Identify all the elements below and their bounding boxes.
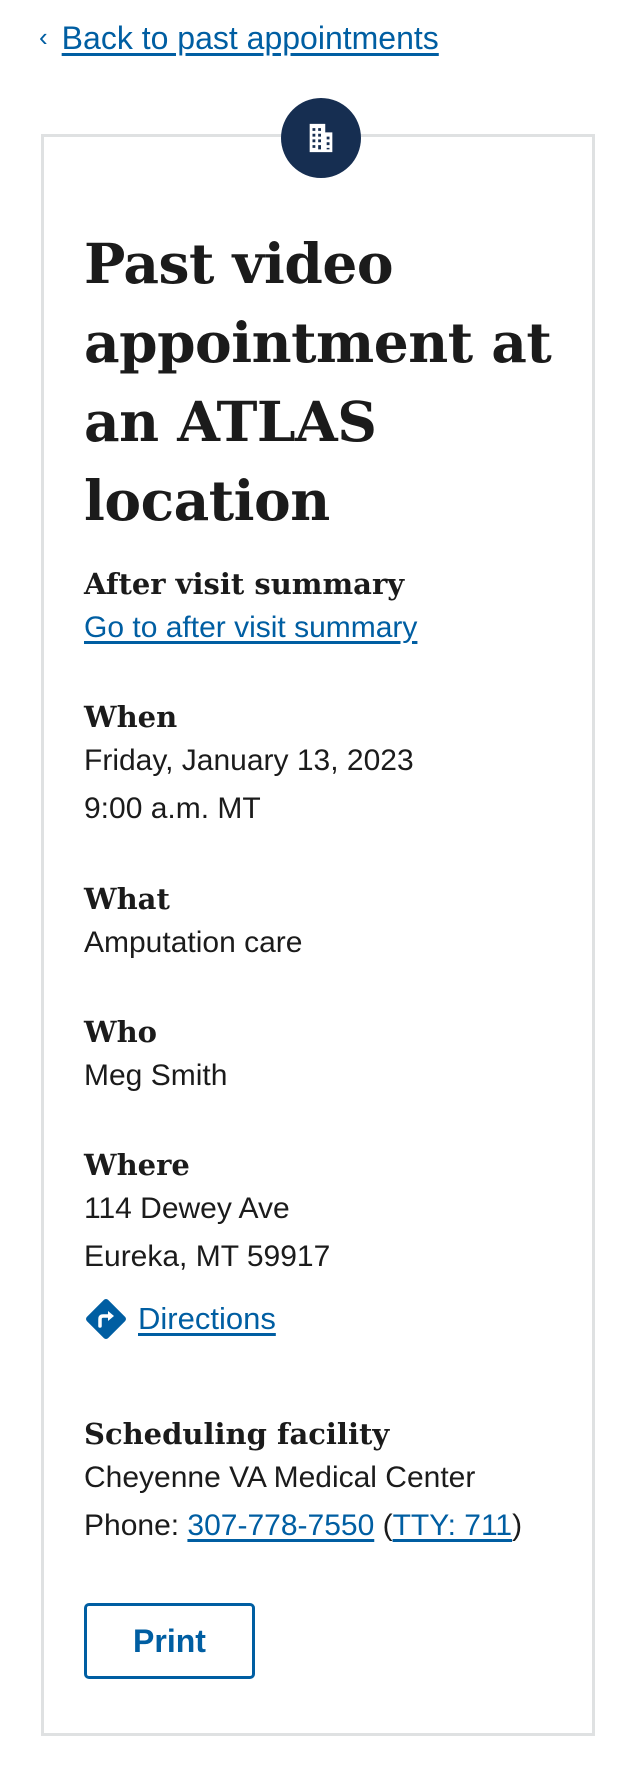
open-paren: ( (374, 1509, 393, 1542)
where-heading: Where (84, 1148, 190, 1182)
facility-phone-line: Phone: 307-778-7550 (TTY: 711) (84, 1502, 564, 1550)
appointment-type: Amputation care (84, 926, 303, 959)
phone-label: Phone: (84, 1509, 188, 1542)
provider-name: Meg Smith (84, 1059, 228, 1092)
after-visit-summary-link[interactable]: Go to after visit summary (84, 611, 417, 644)
appointment-details: Past video appointment at an ATLAS locat… (84, 224, 564, 1679)
back-to-past-appointments-link[interactable]: ‹ Back to past appointments (39, 20, 439, 57)
what-section: What Amputation care (84, 879, 564, 967)
address-line-2: Eureka, MT 59917 (84, 1240, 331, 1273)
address-line-1: 114 Dewey Ave (84, 1192, 290, 1225)
where-section: Where 114 Dewey Ave Eureka, MT 59917 Dir… (84, 1145, 564, 1341)
appointment-date: Friday, January 13, 2023 (84, 744, 414, 777)
what-heading: What (84, 882, 170, 916)
appointment-time: 9:00 a.m. MT (84, 792, 261, 825)
scheduling-facility-heading: Scheduling facility (84, 1417, 390, 1451)
building-icon-glyph (309, 123, 333, 153)
print-button[interactable]: Print (84, 1603, 255, 1679)
directions-row: Directions (84, 1297, 564, 1341)
page-title: Past video appointment at an ATLAS locat… (84, 231, 552, 533)
facility-name: Cheyenne VA Medical Center (84, 1461, 476, 1494)
when-heading: When (84, 700, 178, 734)
directions-link[interactable]: Directions (138, 1301, 276, 1337)
tty-link[interactable]: TTY: 711 (393, 1509, 513, 1542)
phone-link[interactable]: 307-778-7550 (187, 1509, 374, 1542)
when-section: When Friday, January 13, 2023 9:00 a.m. … (84, 697, 564, 833)
chevron-left-icon: ‹ (39, 22, 48, 52)
scheduling-facility-section: Scheduling facility Cheyenne VA Medical … (84, 1414, 564, 1550)
back-link-label: Back to past appointments (61, 20, 439, 56)
after-visit-section: After visit summary Go to after visit su… (84, 564, 564, 652)
who-section: Who Meg Smith (84, 1012, 564, 1100)
directions-icon (86, 1299, 126, 1339)
building-icon (281, 98, 361, 178)
who-heading: Who (84, 1015, 157, 1049)
close-paren: ) (512, 1509, 523, 1542)
after-visit-heading: After visit summary (84, 567, 405, 601)
